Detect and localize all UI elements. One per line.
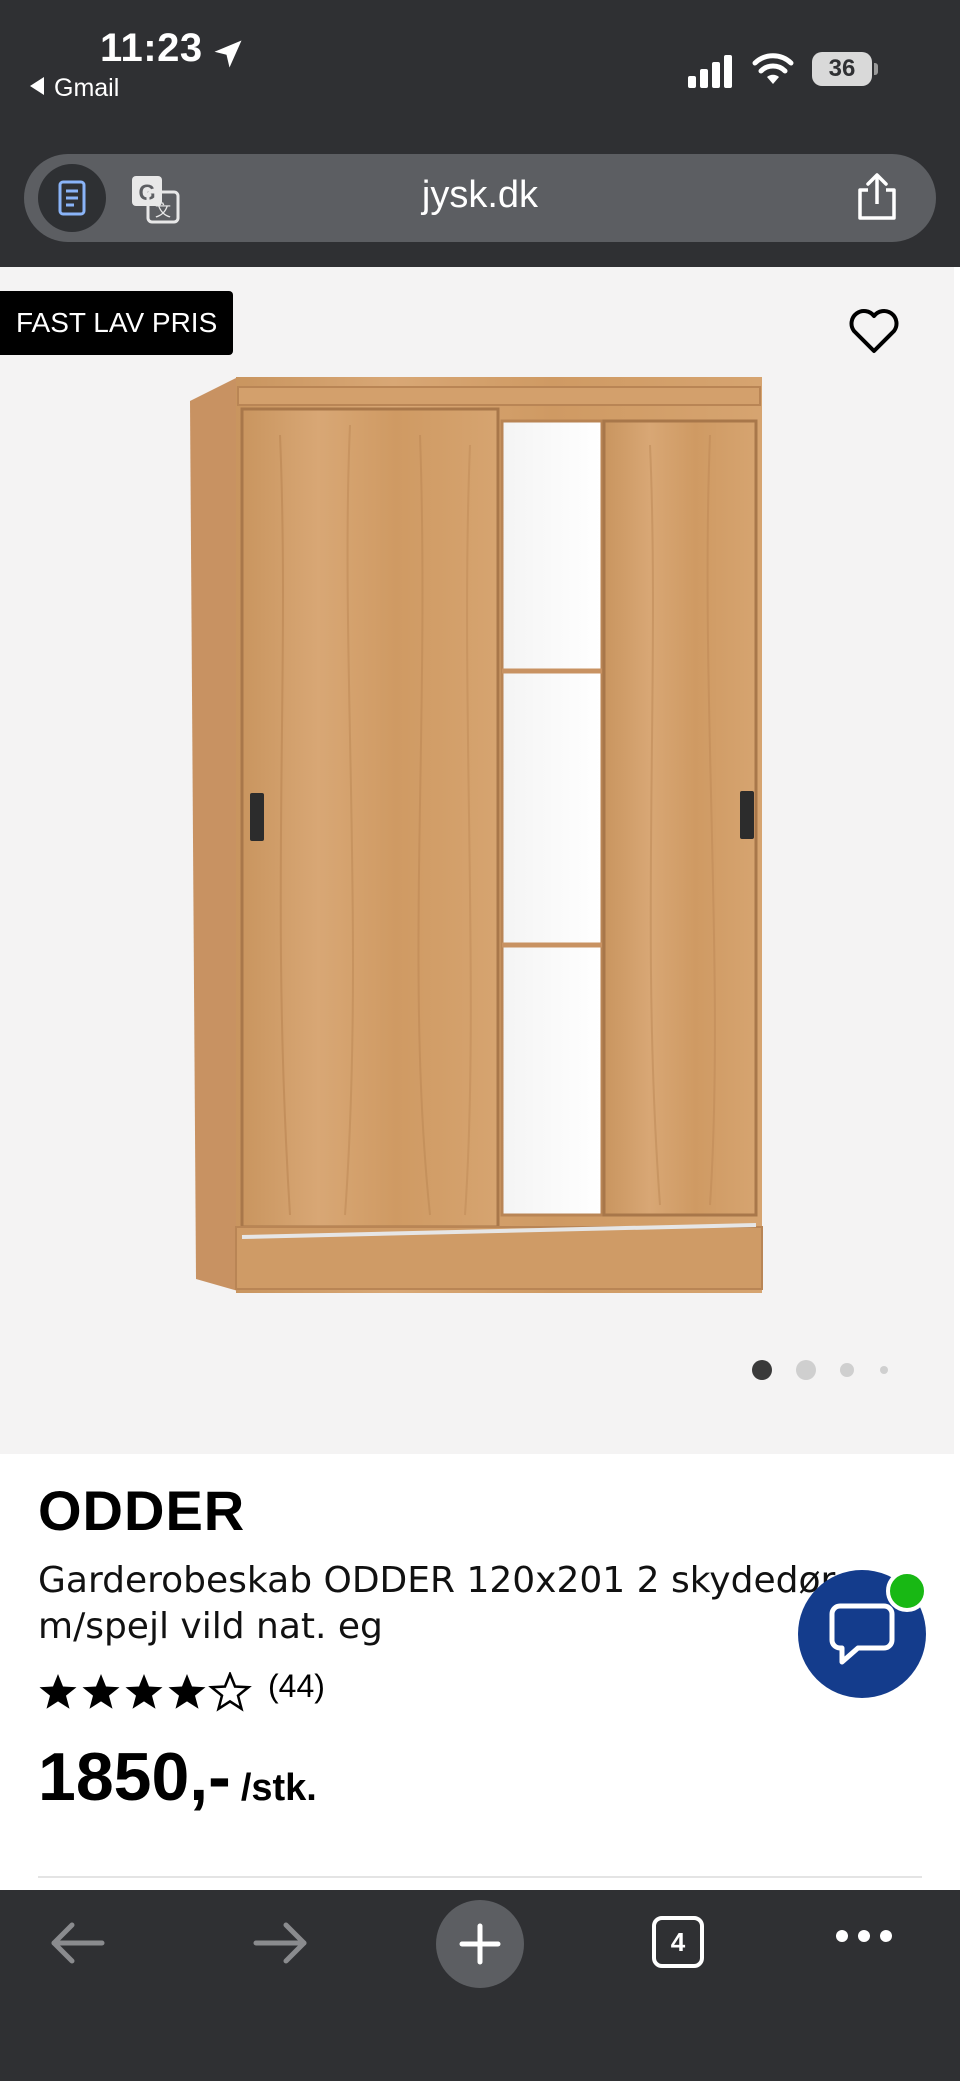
location-arrow-icon: [214, 40, 242, 68]
address-bar[interactable]: G 文 jysk.dk: [24, 154, 936, 242]
wardrobe-image: [190, 377, 763, 1293]
chat-online-indicator: [886, 1570, 928, 1612]
forward-arrow-icon[interactable]: [250, 1918, 310, 1968]
browser-bottom-toolbar: 4: [0, 1890, 960, 2081]
review-count[interactable]: (44): [268, 1668, 325, 1705]
rating-stars-icon: [39, 1672, 250, 1711]
product-description[interactable]: Garderobeskab ODDER 120x201 2 skydedør m…: [38, 1558, 838, 1650]
product-title[interactable]: ODDER: [38, 1478, 245, 1543]
back-app-label: Gmail: [54, 74, 120, 102]
cellular-signal-icon: [688, 55, 732, 88]
new-tab-button[interactable]: [436, 1900, 524, 1988]
chat-bubble-icon: [829, 1603, 895, 1665]
description-line-2: m/spejl vild nat. eg: [38, 1606, 383, 1647]
battery-indicator: 36: [812, 52, 878, 88]
description-line-1: Garderobeskab ODDER 120x201 2 skydedør: [38, 1560, 836, 1601]
battery-level: 36: [812, 52, 872, 86]
product-image-gallery[interactable]: FAST LAV PRIS: [0, 267, 960, 1454]
heart-icon[interactable]: [848, 307, 900, 355]
status-time: 11:23: [100, 26, 203, 70]
back-arrow-icon[interactable]: [48, 1918, 108, 1968]
url-text[interactable]: jysk.dk: [24, 174, 936, 217]
back-to-app-link[interactable]: Gmail: [30, 74, 119, 103]
wifi-icon: [752, 53, 794, 84]
more-icon[interactable]: [834, 1928, 894, 1944]
chat-button[interactable]: [798, 1570, 928, 1698]
back-triangle-icon: [30, 77, 44, 95]
price-badge: FAST LAV PRIS: [0, 291, 234, 355]
tabs-button[interactable]: 4: [652, 1916, 704, 1968]
pagination-dot-active[interactable]: [752, 1360, 772, 1380]
browser-top-bar: 11:23 Gmail 36 G 文 jysk.dk: [0, 0, 960, 267]
price-amount: 1850,-: [38, 1739, 231, 1815]
pagination-dot[interactable]: [880, 1366, 888, 1374]
divider: [38, 1876, 922, 1878]
share-icon[interactable]: [854, 172, 900, 222]
plus-icon: [459, 1923, 501, 1965]
pagination-dot[interactable]: [796, 1360, 816, 1380]
pagination-dot[interactable]: [840, 1363, 854, 1377]
product-price: 1850,-/stk.: [38, 1738, 317, 1816]
price-unit: /stk.: [240, 1767, 317, 1809]
